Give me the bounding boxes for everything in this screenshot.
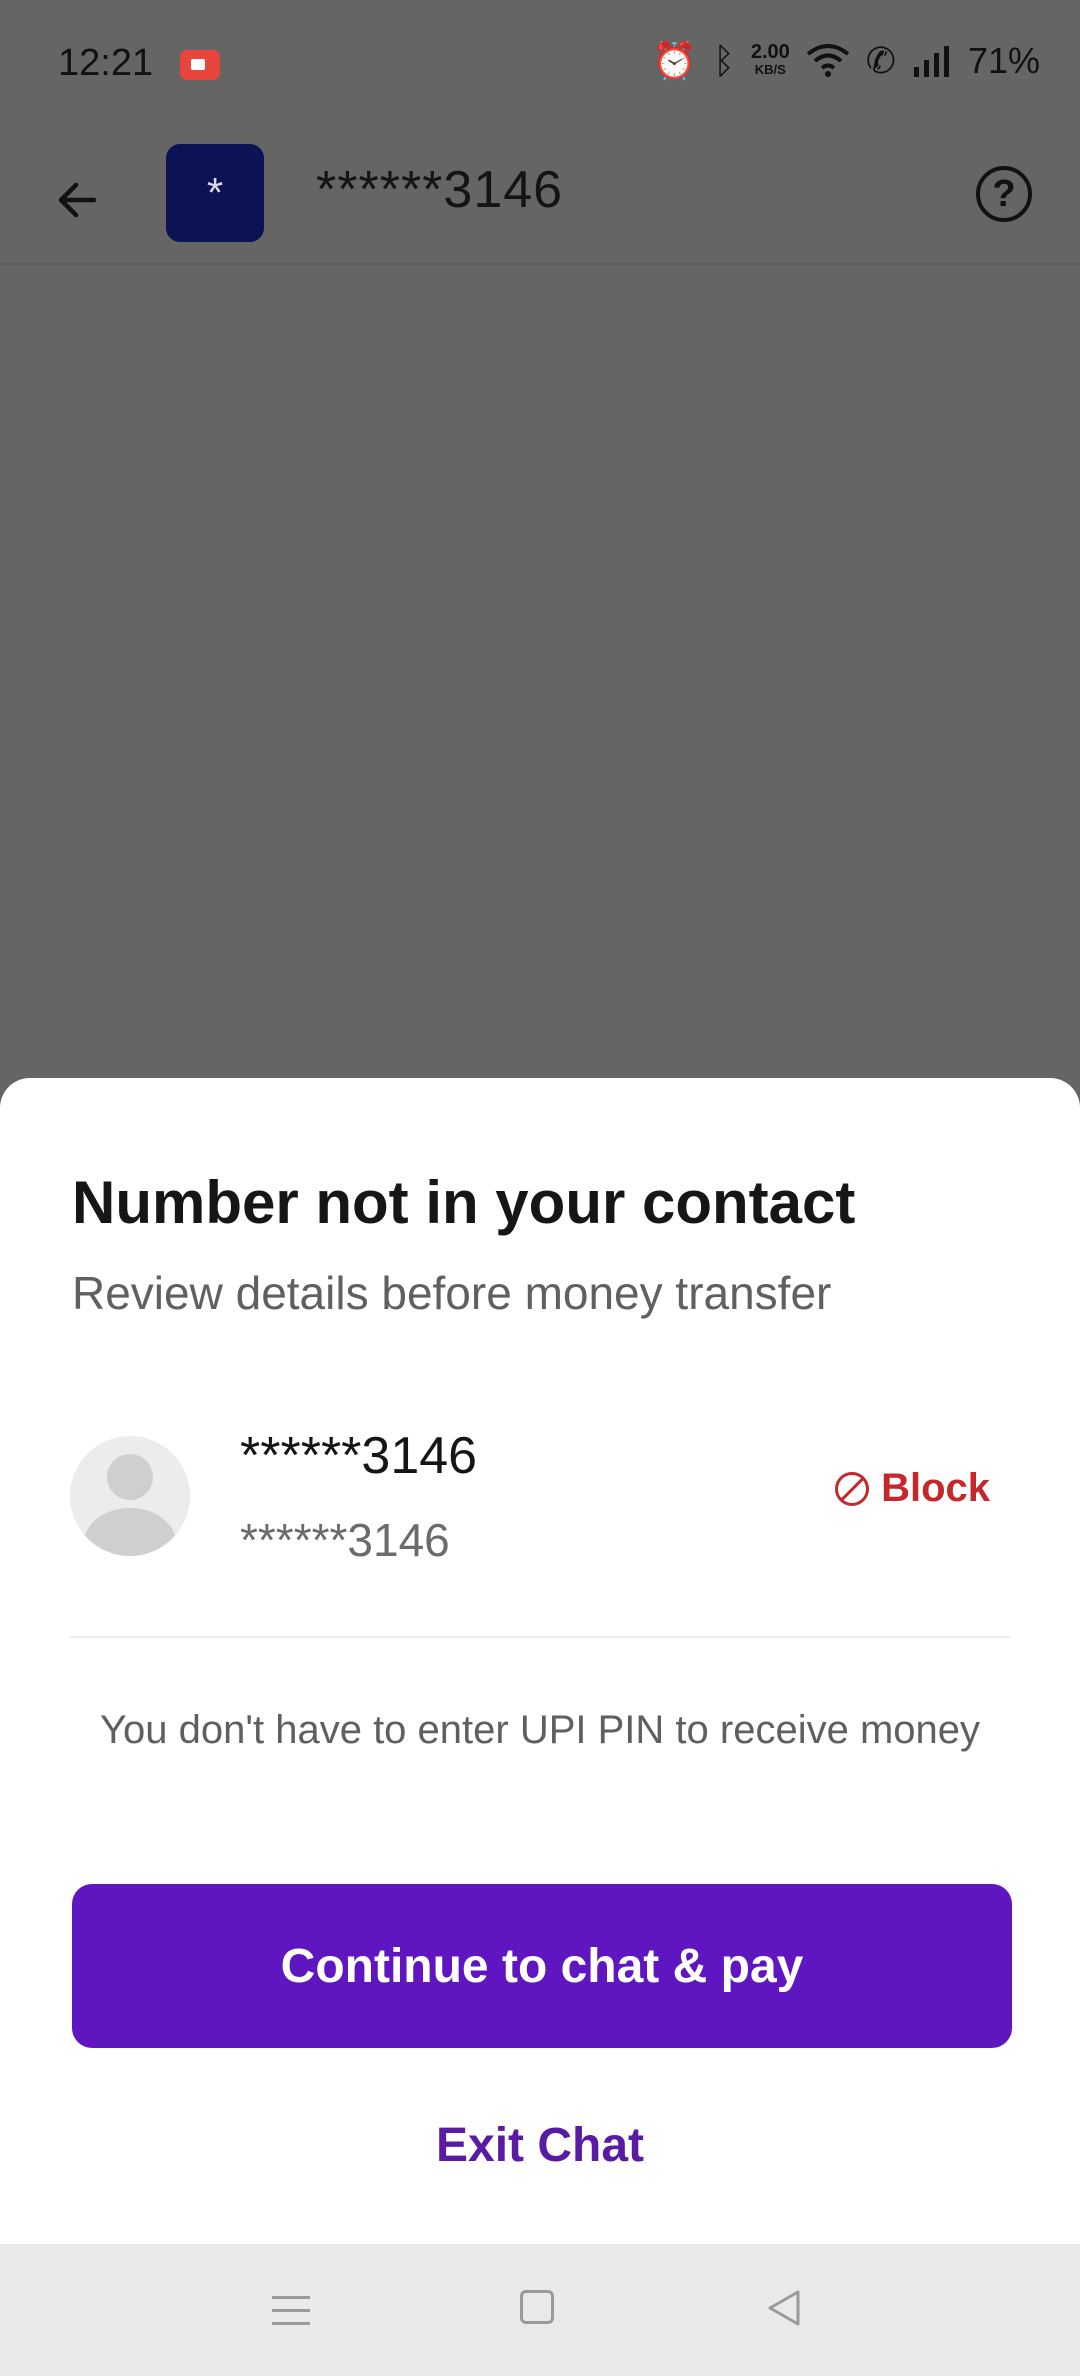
call-icon: ✆: [865, 40, 896, 81]
status-bar: 12:21 ⏰ ᛒ 2.00 KB/S ✆ 71%: [0, 0, 1080, 130]
alarm-icon: ⏰: [652, 40, 698, 81]
continue-chat-pay-button[interactable]: Continue to chat & pay: [72, 1884, 1012, 2048]
network-speed: 2.00 KB/S: [750, 41, 790, 77]
block-button[interactable]: Block: [835, 1466, 990, 1511]
unknown-number-sheet: Number not in your contact Review detail…: [0, 1078, 1080, 2244]
person-icon: [107, 1454, 153, 1500]
sheet-title: Number not in your contact: [72, 1169, 856, 1236]
exit-chat-button[interactable]: Exit Chat: [0, 2118, 1080, 2173]
wifi-icon: [806, 44, 850, 77]
contact-name: ******3146: [240, 1427, 478, 1485]
back-triangle-icon[interactable]: [764, 2288, 804, 2328]
block-label: Block: [881, 1466, 990, 1510]
contact-number: ******3146: [240, 1514, 450, 1566]
upi-info-text: You don't have to enter UPI PIN to recei…: [100, 1708, 980, 1752]
status-time: 12:21: [58, 42, 154, 84]
help-icon[interactable]: ?: [976, 166, 1032, 222]
contact-avatar: [70, 1436, 190, 1556]
system-nav-bar: [0, 2244, 1080, 2376]
header-divider: [0, 263, 1080, 265]
block-icon: [835, 1471, 870, 1506]
home-icon[interactable]: [520, 2290, 554, 2324]
chat-header: * ******3146 ?: [0, 130, 1080, 265]
divider: [70, 1636, 1010, 1638]
bluetooth-icon: ᛒ: [713, 40, 735, 81]
screen-record-icon: [180, 50, 220, 80]
battery-level: 71%: [967, 40, 1040, 81]
status-icons: ⏰ ᛒ 2.00 KB/S ✆ 71%: [652, 40, 1040, 82]
signal-icon: [913, 46, 949, 77]
sheet-subtitle: Review details before money transfer: [72, 1267, 832, 1319]
back-arrow-icon[interactable]: [50, 170, 110, 230]
recents-icon[interactable]: [272, 2296, 310, 2326]
contact-avatar-square[interactable]: *: [166, 144, 264, 242]
page-title[interactable]: ******3146: [316, 160, 563, 220]
